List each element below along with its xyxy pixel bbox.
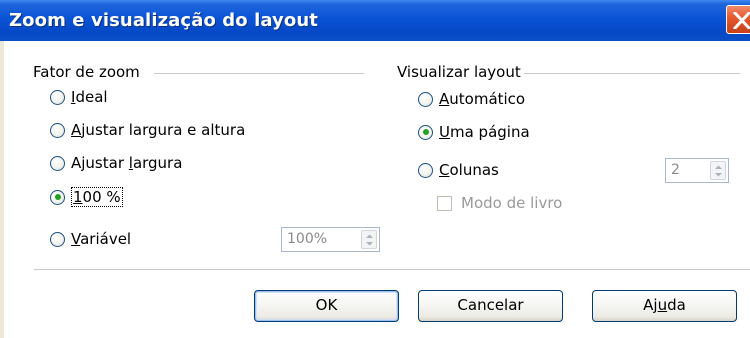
zoom-variable-spinbox[interactable]: 100% bbox=[281, 227, 380, 252]
layout-option-columns-label: Colunas bbox=[439, 161, 499, 179]
zoom-option-fit-width[interactable]: Ajustar largura bbox=[50, 154, 182, 172]
close-icon bbox=[733, 12, 750, 29]
radio-fit-width[interactable] bbox=[50, 155, 65, 171]
zoom-option-variable-label: Variável bbox=[71, 230, 132, 248]
help-button[interactable]: Ajuda bbox=[592, 290, 737, 322]
book-mode-label: Modo de livro bbox=[461, 194, 563, 212]
zoom-group-title: Fator de zoom bbox=[33, 63, 140, 81]
radio-ideal[interactable] bbox=[50, 89, 65, 105]
dialog-title: Zoom e visualização do layout bbox=[9, 10, 318, 31]
layout-group-line bbox=[524, 73, 740, 74]
zoom-option-100[interactable]: 100 % bbox=[50, 187, 123, 207]
zoom-option-ideal-label: Ideal bbox=[71, 88, 108, 106]
radio-variable[interactable] bbox=[50, 231, 65, 247]
radio-100[interactable] bbox=[50, 189, 65, 205]
zoom-option-fit-width-label: Ajustar largura bbox=[71, 154, 183, 172]
columns-value: 2 bbox=[671, 162, 680, 178]
zoom-dialog: Zoom e visualização do layout Fator de z… bbox=[0, 0, 750, 338]
radio-selected-dot bbox=[54, 194, 61, 200]
radio-selected-dot bbox=[422, 129, 429, 135]
radio-single-page[interactable] bbox=[418, 124, 433, 140]
spin-arrows-icon bbox=[715, 165, 722, 177]
layout-option-automatic-label: Automático bbox=[439, 90, 526, 108]
layout-option-automatic[interactable]: Automático bbox=[418, 90, 525, 108]
book-mode-checkbox[interactable] bbox=[437, 195, 452, 211]
layout-option-columns[interactable]: Colunas bbox=[418, 161, 499, 179]
help-button-label: Ajuda bbox=[643, 296, 686, 314]
layout-group-title: Visualizar layout bbox=[397, 63, 521, 81]
separator-line bbox=[34, 269, 750, 270]
window-left-border bbox=[0, 41, 4, 338]
zoom-group-line bbox=[154, 73, 364, 74]
zoom-option-ideal[interactable]: Ideal bbox=[50, 88, 108, 106]
zoom-option-fit-width-height[interactable]: Ajustar largura e altura bbox=[50, 121, 245, 139]
radio-columns[interactable] bbox=[418, 162, 433, 178]
zoom-option-100-label: 100 % bbox=[71, 187, 123, 207]
zoom-option-fit-width-height-label: Ajustar largura e altura bbox=[71, 121, 246, 139]
dialog-body: Fator de zoom Ideal Ajustar largura e al… bbox=[0, 41, 750, 338]
spin-arrows-icon bbox=[366, 234, 373, 246]
zoom-variable-value: 100% bbox=[287, 231, 328, 247]
radio-fit-width-height[interactable] bbox=[50, 122, 65, 138]
close-button[interactable] bbox=[726, 5, 750, 34]
layout-option-single-page-label: Uma página bbox=[439, 123, 530, 141]
zoom-variable-spin-arrows[interactable] bbox=[361, 230, 377, 249]
columns-spinbox[interactable]: 2 bbox=[665, 158, 729, 183]
title-bar[interactable]: Zoom e visualização do layout bbox=[0, 0, 750, 41]
book-mode-option[interactable]: Modo de livro bbox=[437, 194, 562, 212]
zoom-option-variable[interactable]: Variável bbox=[50, 230, 131, 248]
ok-button[interactable]: OK bbox=[254, 290, 399, 322]
radio-automatic[interactable] bbox=[418, 91, 433, 107]
layout-option-single-page[interactable]: Uma página bbox=[418, 123, 530, 141]
columns-spin-arrows[interactable] bbox=[710, 161, 726, 180]
cancel-button[interactable]: Cancelar bbox=[418, 290, 563, 322]
